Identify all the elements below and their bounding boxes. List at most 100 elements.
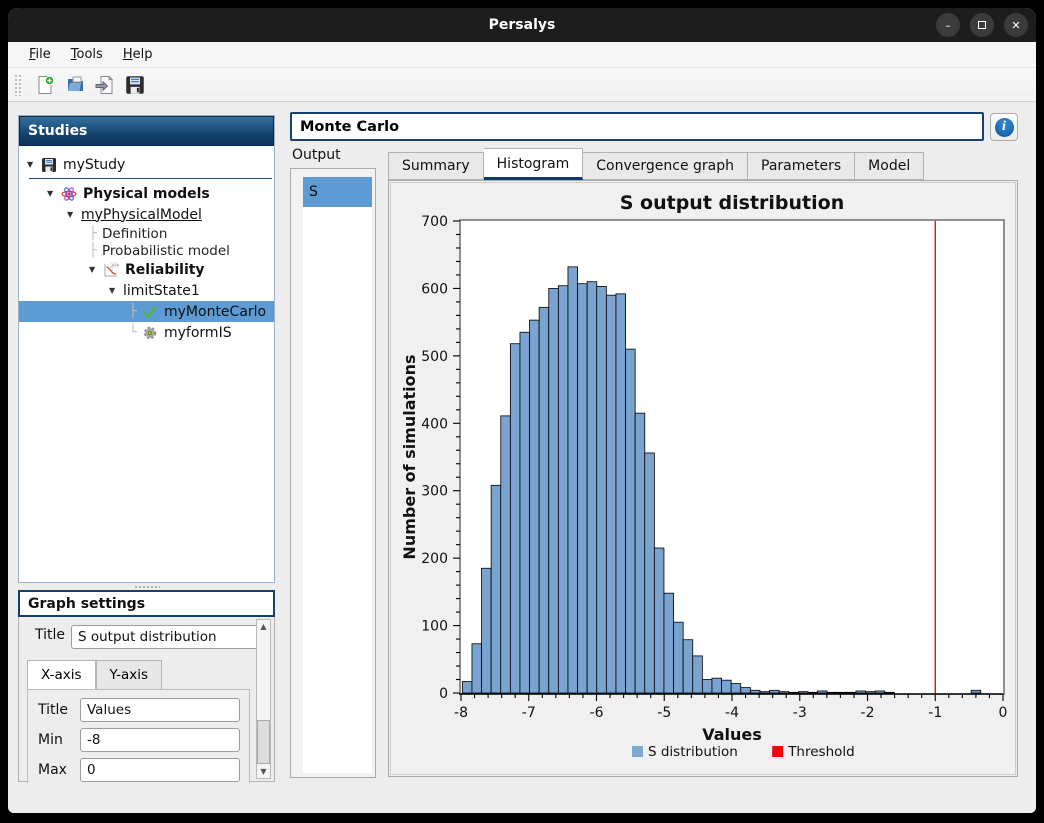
axis-field-input-min[interactable] bbox=[80, 728, 240, 752]
window-controls: –✕ bbox=[936, 13, 1028, 37]
scroll-down-icon[interactable]: ▼ bbox=[257, 765, 270, 778]
analysis-name-field[interactable]: Monte Carlo bbox=[290, 112, 984, 141]
tab-summary[interactable]: Summary bbox=[388, 152, 484, 180]
axis-field-input-title[interactable] bbox=[80, 698, 240, 722]
tab-model[interactable]: Model bbox=[855, 152, 924, 180]
save-icon bbox=[41, 157, 58, 173]
tab-histogram[interactable]: Histogram bbox=[484, 148, 584, 180]
window-title: Persalys bbox=[489, 17, 556, 33]
tab-content-frame: -8-7-6-5-4-3-2-100100200300400500600700S… bbox=[388, 180, 1018, 777]
title-bar: Persalys –✕ bbox=[8, 8, 1036, 42]
atom-icon bbox=[61, 186, 78, 202]
expand-arrow-icon[interactable]: ▼ bbox=[67, 210, 81, 219]
svg-text:-8: -8 bbox=[454, 705, 468, 721]
tree-item-label: Reliability bbox=[125, 262, 205, 278]
save-icon bbox=[125, 75, 145, 95]
tree-item-physical-models[interactable]: ▼ Physical models bbox=[19, 183, 274, 204]
info-button[interactable]: i bbox=[990, 113, 1018, 141]
check-icon bbox=[142, 304, 159, 320]
tree-item-mystudy[interactable]: ▼ myStudy bbox=[19, 154, 274, 175]
tree-item-reliability[interactable]: ▼ G=0 Reliability bbox=[19, 259, 274, 280]
graph-settings-title: Graph settings bbox=[28, 596, 145, 612]
output-list-inner: S bbox=[303, 177, 372, 773]
tree-item-probabilistic-model[interactable]: ├Probabilistic model bbox=[19, 242, 274, 259]
import-script-icon bbox=[95, 75, 115, 95]
save-button[interactable] bbox=[120, 71, 150, 99]
svg-text:Threshold: Threshold bbox=[787, 744, 855, 760]
tree-item-limitstate1[interactable]: ▼limitState1 bbox=[19, 280, 274, 301]
svg-text:Number of simulations: Number of simulations bbox=[400, 354, 419, 559]
menu-file[interactable]: File bbox=[20, 44, 60, 65]
svg-text:-1: -1 bbox=[928, 705, 942, 721]
close-button[interactable]: ✕ bbox=[1004, 13, 1028, 37]
tree-item-label: Definition bbox=[102, 226, 167, 242]
svg-text:-7: -7 bbox=[522, 705, 536, 721]
svg-text:300: 300 bbox=[421, 484, 448, 500]
tree-item-definition[interactable]: ├Definition bbox=[19, 225, 274, 242]
studies-panel-header: Studies bbox=[19, 116, 274, 146]
expand-arrow-icon[interactable]: ▼ bbox=[47, 189, 61, 198]
graph-settings-body: Title X-axisY-axis TitleMinMax ▲ ▼ bbox=[18, 617, 275, 782]
svg-text:Values: Values bbox=[702, 725, 762, 744]
open-study-icon bbox=[65, 75, 85, 95]
output-list: S bbox=[290, 168, 376, 778]
scroll-up-icon[interactable]: ▲ bbox=[257, 620, 270, 633]
axis-field-label-min: Min bbox=[38, 732, 63, 748]
svg-text:G=0: G=0 bbox=[112, 263, 119, 267]
info-icon: i bbox=[995, 118, 1014, 137]
toolbar-drag-handle[interactable] bbox=[14, 74, 22, 96]
expand-arrow-icon[interactable]: ▼ bbox=[27, 160, 41, 169]
output-item-s[interactable]: S bbox=[303, 177, 372, 207]
axis-tab-y-axis[interactable]: Y-axis bbox=[96, 660, 163, 692]
menu-help[interactable]: Help bbox=[114, 44, 162, 65]
new-study-icon bbox=[35, 75, 55, 95]
reliability-chart-icon: G=0 bbox=[103, 262, 120, 278]
result-tabs: SummaryHistogramConvergence graphParamet… bbox=[388, 150, 924, 180]
scrollbar-thumb[interactable] bbox=[257, 720, 270, 764]
chart-title-label: Title bbox=[35, 627, 65, 643]
menu-bar: FileToolsHelp bbox=[8, 42, 1036, 68]
expand-arrow-icon[interactable]: ▼ bbox=[109, 286, 123, 295]
svg-text:-6: -6 bbox=[590, 705, 604, 721]
studies-panel: Studies ▼myStudy▼Physical models▼myPhysi… bbox=[18, 115, 275, 583]
tree-item-label: Physical models bbox=[83, 186, 210, 202]
svg-text:-2: -2 bbox=[861, 705, 875, 721]
tree-separator bbox=[29, 178, 272, 179]
tree-item-myphysicalmodel[interactable]: ▼myPhysicalModel bbox=[19, 204, 274, 225]
svg-text:100: 100 bbox=[421, 619, 448, 635]
svg-text:-5: -5 bbox=[657, 705, 671, 721]
svg-text:0: 0 bbox=[999, 705, 1008, 721]
maximize-button[interactable] bbox=[970, 13, 994, 37]
tree-item-myformis[interactable]: └myformIS bbox=[19, 322, 274, 343]
svg-text:-3: -3 bbox=[793, 705, 807, 721]
studies-panel-title: Studies bbox=[28, 123, 87, 139]
tree-branch-line: └ bbox=[129, 325, 142, 340]
axis-settings-group: TitleMinMax bbox=[27, 689, 250, 783]
tab-parameters[interactable]: Parameters bbox=[748, 152, 855, 180]
menu-tools[interactable]: Tools bbox=[62, 44, 112, 65]
axis-field-label-max: Max bbox=[38, 762, 67, 778]
main-area: Studies ▼myStudy▼Physical models▼myPhysi… bbox=[8, 102, 1036, 813]
chart-title-input[interactable] bbox=[71, 625, 261, 649]
svg-text:S distribution: S distribution bbox=[648, 744, 738, 760]
tree-item-label: Probabilistic model bbox=[102, 243, 230, 259]
axis-field-input-max[interactable] bbox=[80, 758, 240, 782]
tree-item-mymontecarlo[interactable]: ├myMonteCarlo bbox=[19, 301, 274, 322]
study-tree: ▼myStudy▼Physical models▼myPhysicalModel… bbox=[19, 146, 274, 343]
minimize-button[interactable]: – bbox=[936, 13, 960, 37]
output-label: Output bbox=[292, 147, 341, 163]
expand-arrow-icon[interactable]: ▼ bbox=[89, 265, 103, 274]
axis-tab-x-axis[interactable]: X-axis bbox=[27, 660, 96, 692]
tree-item-label: myPhysicalModel bbox=[81, 207, 202, 223]
tab-convergence-graph[interactable]: Convergence graph bbox=[583, 152, 748, 180]
open-study-button[interactable] bbox=[60, 71, 90, 99]
new-study-button[interactable] bbox=[30, 71, 60, 99]
gear-icon bbox=[142, 325, 159, 341]
tree-branch-line: ├ bbox=[129, 304, 142, 319]
graph-settings-panel: Graph settings Title X-axisY-axis TitleM… bbox=[18, 590, 275, 782]
tree-item-label: myStudy bbox=[63, 157, 125, 173]
graph-settings-header: Graph settings bbox=[18, 590, 275, 617]
import-script-button[interactable] bbox=[90, 71, 120, 99]
graph-settings-scrollbar[interactable]: ▲ ▼ bbox=[256, 619, 271, 779]
svg-text:400: 400 bbox=[421, 416, 448, 432]
